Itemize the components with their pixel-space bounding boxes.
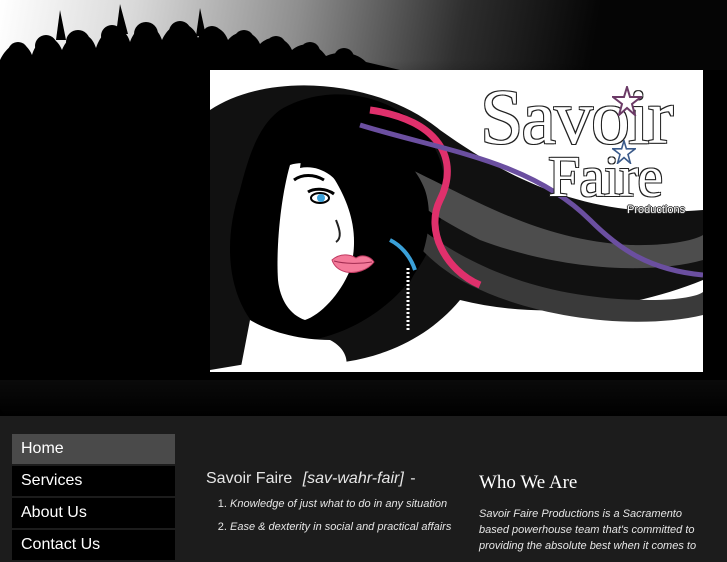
definition-section: Savoir Faire [sav-wahr-fair] - Knowledge… (206, 470, 468, 544)
who-we-are-text: Savoir Faire Productions is a Sacramento… (479, 508, 697, 552)
definition-pronunciation: [sav-wahr-fair] (302, 470, 404, 487)
who-we-are-section: Who We Are Savoir Faire Productions is a… (479, 472, 709, 554)
nav-item-services[interactable]: Services (12, 466, 175, 496)
nav-item-about-us[interactable]: About Us (12, 498, 175, 528)
logo-faire: Faire (548, 144, 663, 209)
who-we-are-title: Who We Are (479, 472, 578, 493)
definition-dash: - (410, 470, 416, 487)
star-icon (612, 86, 642, 116)
sidebar-nav: Home Services About Us Contact Us (12, 434, 175, 562)
star-icon (612, 140, 636, 164)
definition-heading: Savoir Faire [sav-wahr-fair] - (206, 470, 468, 488)
nav-item-contact-us[interactable]: Contact Us (12, 530, 175, 560)
definition-item: Ease & dexterity in social and practical… (230, 521, 468, 533)
definition-list: Knowledge of just what to do in any situ… (206, 498, 468, 533)
nav-item-home[interactable]: Home (12, 434, 175, 464)
header-banner: Savoir Faire Productions (0, 0, 727, 416)
logo-productions: Productions (627, 204, 686, 216)
definition-word: Savoir Faire (206, 470, 293, 487)
definition-item: Knowledge of just what to do in any situ… (230, 498, 468, 510)
